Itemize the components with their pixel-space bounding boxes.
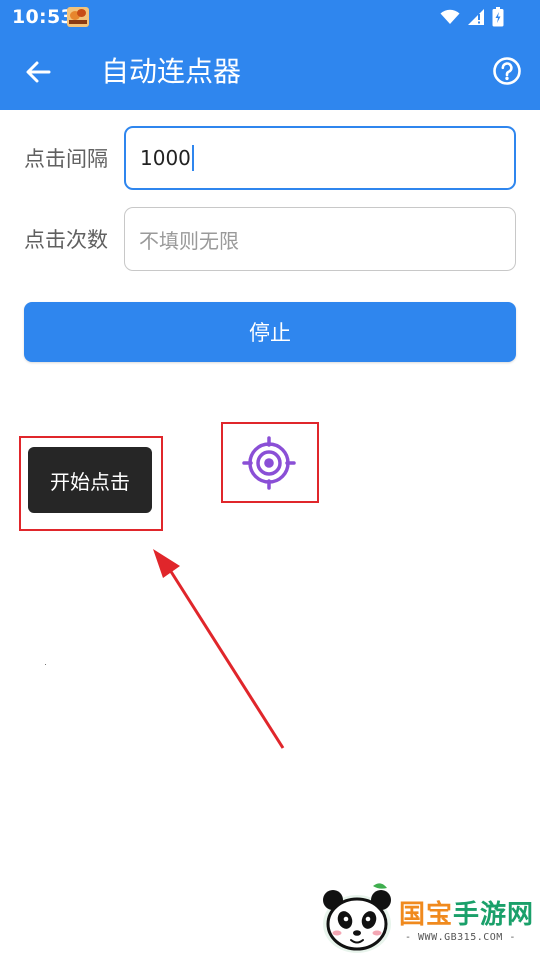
watermark-name: 国宝手游网 [399,900,535,930]
header: 10:53 自动连点器 [0,0,540,110]
interval-value: 1000 [140,146,191,170]
status-icons [440,6,504,28]
status-time: 10:53 [12,6,74,28]
status-bar: 10:53 [0,0,540,34]
interval-input[interactable]: 1000 [124,126,516,190]
page-title: 自动连点器 [101,55,242,88]
count-input[interactable]: 不填则无限 [124,207,516,271]
arrow-left-icon [26,61,51,83]
back-button[interactable] [16,52,60,92]
watermark-url: - WWW.GB315.COM - [405,932,516,943]
start-click-button[interactable]: 开始点击 [28,447,152,513]
watermark-logo: 国宝手游网 - WWW.GB315.COM - [297,872,540,960]
count-placeholder: 不填则无限 [139,228,239,253]
app-bar: 自动连点器 [0,34,540,110]
help-button[interactable] [492,56,522,86]
stop-button[interactable]: 停止 [24,302,516,362]
crosshair-target-icon[interactable] [242,436,296,490]
panda-icon [323,883,391,953]
app-notification-icon [67,7,89,27]
battery-icon [492,7,504,27]
wifi-icon [440,9,460,24]
count-label: 点击次数 [24,228,108,252]
text-caret [191,145,194,171]
help-circle-icon [493,57,521,85]
signal-icon [468,9,484,25]
stray-dot [45,664,46,665]
screen: 10:53 自动连点器 点击间隔 1000 点击次数 不填则无限 停止 开始点击… [0,0,540,960]
interval-label: 点击间隔 [24,147,108,171]
